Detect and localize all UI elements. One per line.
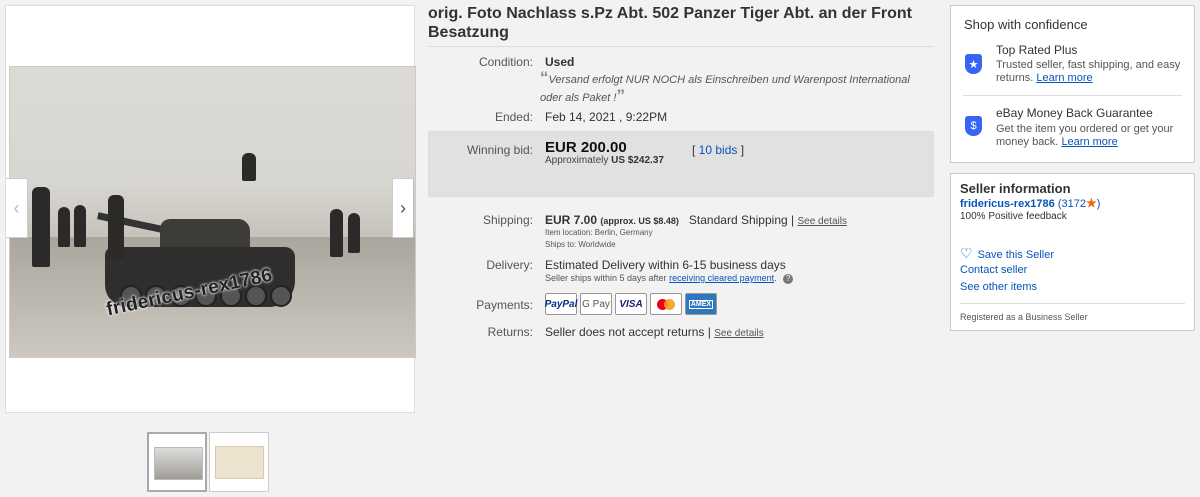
shop-with-confidence-card: Shop with confidence ★ Top Rated Plus Tr… <box>950 5 1195 163</box>
shipping-see-details-link[interactable]: See details <box>797 216 846 227</box>
paypal-icon: PayPal <box>545 293 577 315</box>
seller-information-card: Seller information fridericus-rex1786 (3… <box>950 173 1195 331</box>
condition-value: Used <box>545 55 575 69</box>
confidence-title: Shop with confidence <box>964 17 1088 32</box>
condition-note: “Versand erfolgt NUR NOCH als Einschreib… <box>540 68 910 105</box>
next-image-button[interactable]: › <box>392 178 414 238</box>
ended-value: Feb 14, 2021 , 9:22PM <box>545 110 668 124</box>
delivery-value: Estimated Delivery within 6-15 business … <box>545 258 786 272</box>
chevron-right-icon: › <box>400 197 406 218</box>
chevron-left-icon: ‹ <box>13 197 20 218</box>
positive-feedback: 100% Positive feedback <box>960 211 1067 222</box>
visa-icon: VISA <box>615 293 647 315</box>
bid-panel <box>428 131 934 197</box>
google-pay-icon: G Pay <box>580 293 612 315</box>
money-back-text: Get the item you ordered or get your mon… <box>996 123 1174 148</box>
returns-value: Seller does not accept returns | See det… <box>545 325 764 339</box>
item-photo[interactable]: fridericus-rex1786 <box>9 66 416 358</box>
main-image-viewer: fridericus-rex1786 ‹ › <box>5 5 416 413</box>
top-rated-heading: Top Rated Plus <box>996 43 1078 57</box>
seller-heading: Seller information <box>960 181 1071 196</box>
ships-to: Ships to: Worldwide <box>545 240 616 249</box>
item-title: orig. Foto Nachlass s.Pz Abt. 502 Panzer… <box>428 5 912 41</box>
delivery-note: Seller ships within 5 days after receivi… <box>545 273 794 284</box>
feedback-score[interactable]: (3172 <box>1058 198 1086 210</box>
item-location: Item location: Berlin, Germany <box>545 228 653 237</box>
shield-icon: $ <box>965 116 982 136</box>
condition-label: Condition: <box>478 55 533 69</box>
see-other-items-link[interactable]: See other items <box>960 281 1037 293</box>
bids-count: [ 10 bids ] <box>692 143 745 157</box>
mastercard-icon <box>650 293 682 315</box>
top-rated-learn-more-link[interactable]: Learn more <box>1036 72 1092 84</box>
star-icon: ★ <box>1085 196 1097 210</box>
divider <box>960 303 1185 304</box>
thumbnail-1[interactable] <box>147 432 207 492</box>
money-back-heading: eBay Money Back Guarantee <box>996 106 1153 120</box>
top-rated-badge-icon: ★ <box>965 54 982 74</box>
seller-name-row: fridericus-rex1786 (3172★) <box>960 196 1101 210</box>
thumbnail-2[interactable] <box>209 432 269 492</box>
bids-link[interactable]: 10 bids <box>699 143 738 157</box>
info-icon[interactable]: ? <box>783 274 794 284</box>
cleared-payment-link[interactable]: receiving cleared payment <box>669 273 774 283</box>
top-rated-text: Trusted seller, fast shipping, and easy … <box>996 59 1181 84</box>
divider <box>428 46 934 47</box>
seller-name-link[interactable]: fridericus-rex1786 <box>960 198 1055 210</box>
save-seller-button[interactable]: ♡ Save this Seller <box>960 245 1054 262</box>
ended-label: Ended: <box>494 110 533 124</box>
previous-image-button[interactable]: ‹ <box>6 178 28 238</box>
business-seller-note: Registered as a Business Seller <box>960 312 1088 322</box>
delivery-label: Delivery: <box>486 258 533 272</box>
winning-bid-label: Winning bid: <box>466 143 533 157</box>
amex-icon: AMEX <box>685 293 717 315</box>
returns-see-details-link[interactable]: See details <box>714 328 763 339</box>
heart-icon: ♡ <box>960 245 973 261</box>
money-back-learn-more-link[interactable]: Learn more <box>1061 136 1117 148</box>
shipping-value: EUR 7.00 (approx. US $8.48) Standard Shi… <box>545 213 847 227</box>
divider <box>963 95 1182 96</box>
shipping-label: Shipping: <box>482 213 533 227</box>
contact-seller-link[interactable]: Contact seller <box>960 264 1027 276</box>
bid-approx: Approximately US $242.37 <box>545 155 664 166</box>
winning-bid-price: EUR 200.00 <box>545 139 627 156</box>
payments-label: Payments: <box>476 298 533 312</box>
returns-label: Returns: <box>487 325 533 339</box>
